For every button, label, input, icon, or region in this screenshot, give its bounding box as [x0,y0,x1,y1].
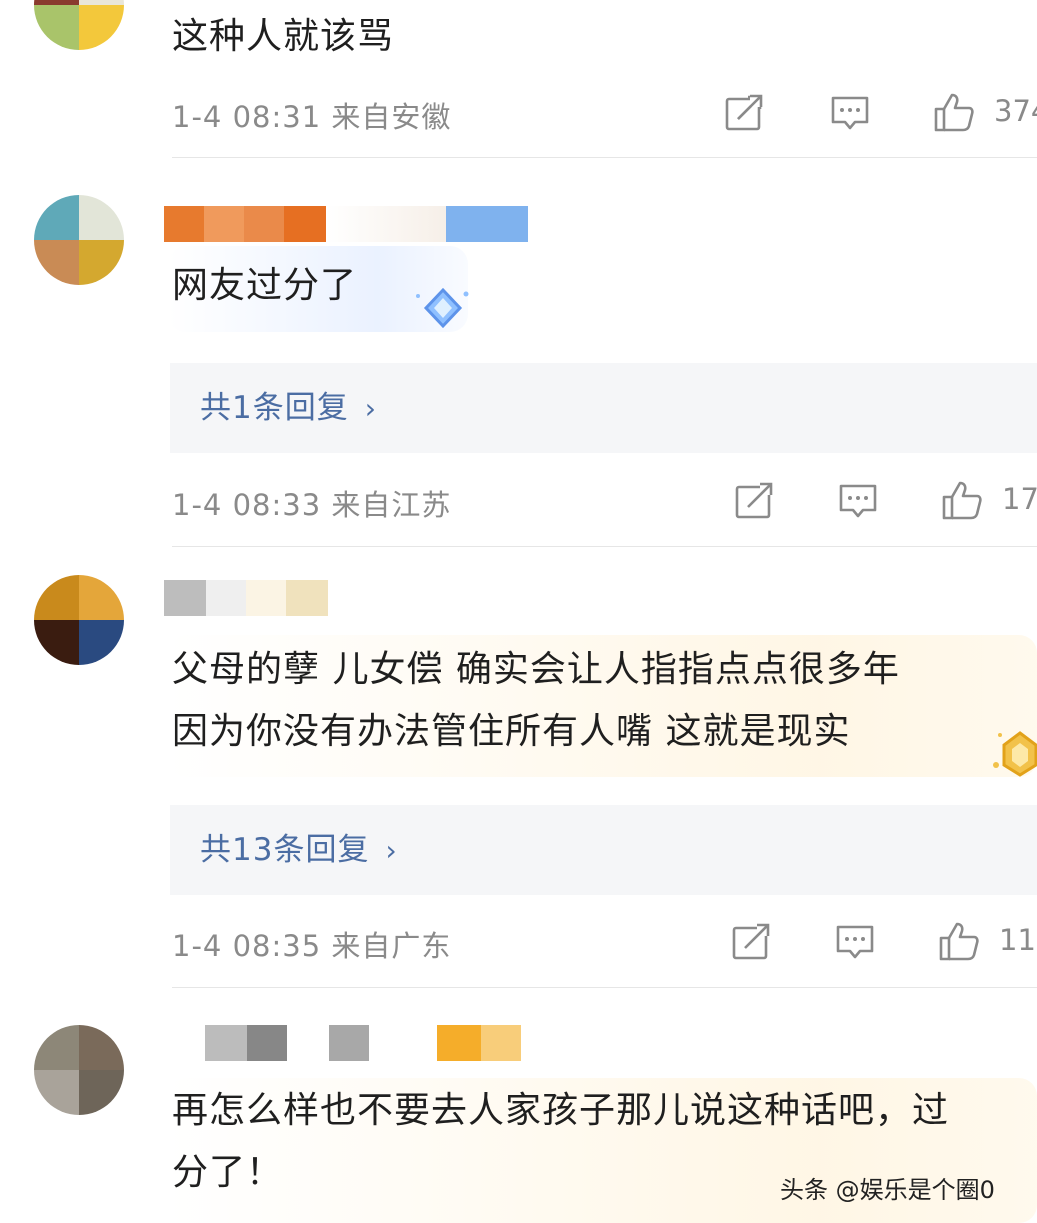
comment-meta: 1-4 08:33 来自江苏 [172,488,452,522]
share-icon[interactable] [734,481,774,521]
divider [172,157,1037,158]
comment-icon[interactable] [838,481,878,521]
like-count: 374 [994,94,1037,128]
share-icon[interactable] [724,93,764,133]
username-blurred[interactable] [164,580,328,616]
view-replies-link[interactable]: 共1条回复 › [200,363,377,454]
divider [172,987,1037,988]
like-count: 110 [999,923,1037,957]
comment-icon[interactable] [835,922,875,962]
avatar[interactable] [34,0,124,50]
gold-badge-icon [993,731,1037,777]
divider [172,546,1037,547]
chevron-right-icon: › [385,834,398,867]
share-icon[interactable] [731,922,771,962]
avatar[interactable] [34,1025,124,1115]
avatar[interactable] [34,195,124,285]
like-count: 17 [1002,482,1037,516]
replies-box[interactable]: 共13条回复 › [170,805,1037,895]
replies-box[interactable]: 共1条回复 › [170,363,1037,453]
view-replies-link[interactable]: 共13条回复 › [200,805,398,896]
comment-meta: 1-4 08:31 来自安徽 [172,100,452,134]
diamond-badge-icon [416,287,469,329]
comment-text: 再怎么样也不要去人家孩子那儿说这种话吧，过 [172,1090,950,1131]
username-blurred[interactable] [164,206,528,242]
thumbs-up-icon[interactable] [938,920,980,962]
comment-text: 父母的孽 儿女偿 确实会让人指指点点很多年 [172,649,900,690]
thumbs-up-icon[interactable] [941,479,983,521]
comment-text: 分了！ [172,1152,284,1193]
username-blurred[interactable] [205,1025,521,1061]
comment-icon[interactable] [830,93,870,133]
comment-meta: 1-4 08:35 来自广东 [172,929,452,963]
thumbs-up-icon[interactable] [933,91,975,133]
comment-text: 网友过分了 [172,265,358,306]
comment-text: 因为你没有办法管住所有人嘴 这就是现实 [172,711,851,752]
chevron-right-icon: › [364,392,377,425]
comment-text: 这种人就该骂 [172,16,395,57]
avatar[interactable] [34,575,124,665]
watermark: 头条 @娱乐是个圈0 [780,1176,995,1204]
